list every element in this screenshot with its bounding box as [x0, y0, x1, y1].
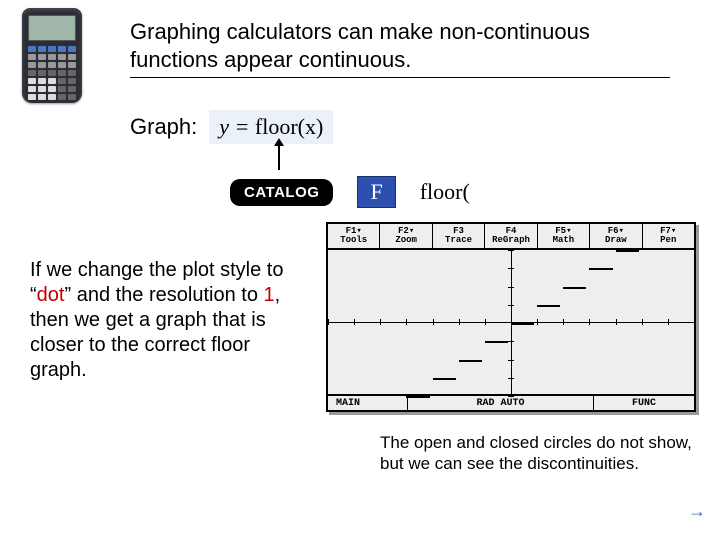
status-left: MAIN: [328, 396, 408, 410]
body-one: 1: [264, 284, 275, 306]
calculator-image: [22, 8, 82, 103]
body-dot: dot: [37, 284, 65, 306]
menu-f2-bot: Zoom: [395, 236, 417, 245]
floor-step: [537, 305, 560, 307]
floor-step: [433, 378, 456, 380]
arrow-up-icon: [278, 140, 280, 170]
body-paragraph: If we change the plot style to “dot” and…: [30, 258, 300, 383]
eq-eq: =: [235, 114, 250, 139]
menu-tab-f6: F6▾Draw: [590, 224, 642, 248]
calc-graph-screen: F1▾Tools F2▾Zoom F3Trace F4ReGraph F5▾Ma…: [326, 222, 696, 412]
y-axis: [511, 250, 512, 394]
floor-step: [511, 323, 534, 325]
floor-func-label: floor(: [420, 179, 470, 205]
floor-step: [406, 396, 429, 398]
status-right: FUNC: [594, 396, 694, 410]
menu-tab-f2: F2▾Zoom: [380, 224, 432, 248]
menu-f3-bot: Trace: [445, 236, 472, 245]
menu-tab-f1: F1▾Tools: [328, 224, 380, 248]
plot-area: [328, 250, 694, 394]
floor-step: [589, 268, 612, 270]
menu-f1-bot: Tools: [340, 236, 367, 245]
equation-box: y = floor(x): [209, 110, 333, 144]
menu-tab-f7: F7▾Pen: [643, 224, 694, 248]
menu-tab-f5: F5▾Math: [538, 224, 590, 248]
menu-tab-f3: F3Trace: [433, 224, 485, 248]
menu-f5-bot: Math: [553, 236, 575, 245]
menu-tab-f4: F4ReGraph: [485, 224, 537, 248]
calc-menu-row: F1▾Tools F2▾Zoom F3Trace F4ReGraph F5▾Ma…: [328, 224, 694, 250]
graph-label: Graph:: [130, 114, 197, 140]
status-mid: RAD AUTO: [408, 396, 594, 410]
headline-text: Graphing calculators can make non-contin…: [130, 18, 670, 78]
caption-text: The open and closed circles do not show,…: [380, 432, 700, 475]
body-t2: ” and the resolution to: [64, 284, 263, 306]
floor-step: [616, 250, 639, 252]
graph-line: Graph: y = floor(x): [130, 110, 333, 144]
key-row: CATALOG F floor(: [230, 176, 470, 208]
catalog-key: CATALOG: [230, 179, 333, 206]
floor-step: [459, 360, 482, 362]
letter-f-key: F: [357, 176, 395, 208]
menu-f6-bot: Draw: [605, 236, 627, 245]
next-arrow-icon[interactable]: →: [688, 501, 706, 522]
eq-lhs: y: [219, 114, 229, 139]
eq-fn: floor: [255, 114, 298, 139]
floor-step: [485, 341, 508, 343]
eq-arg: (x): [298, 114, 324, 139]
menu-f4-bot: ReGraph: [492, 236, 530, 245]
menu-f7-bot: Pen: [660, 236, 676, 245]
slide: Graphing calculators can make non-contin…: [0, 0, 720, 540]
floor-step: [563, 287, 586, 289]
